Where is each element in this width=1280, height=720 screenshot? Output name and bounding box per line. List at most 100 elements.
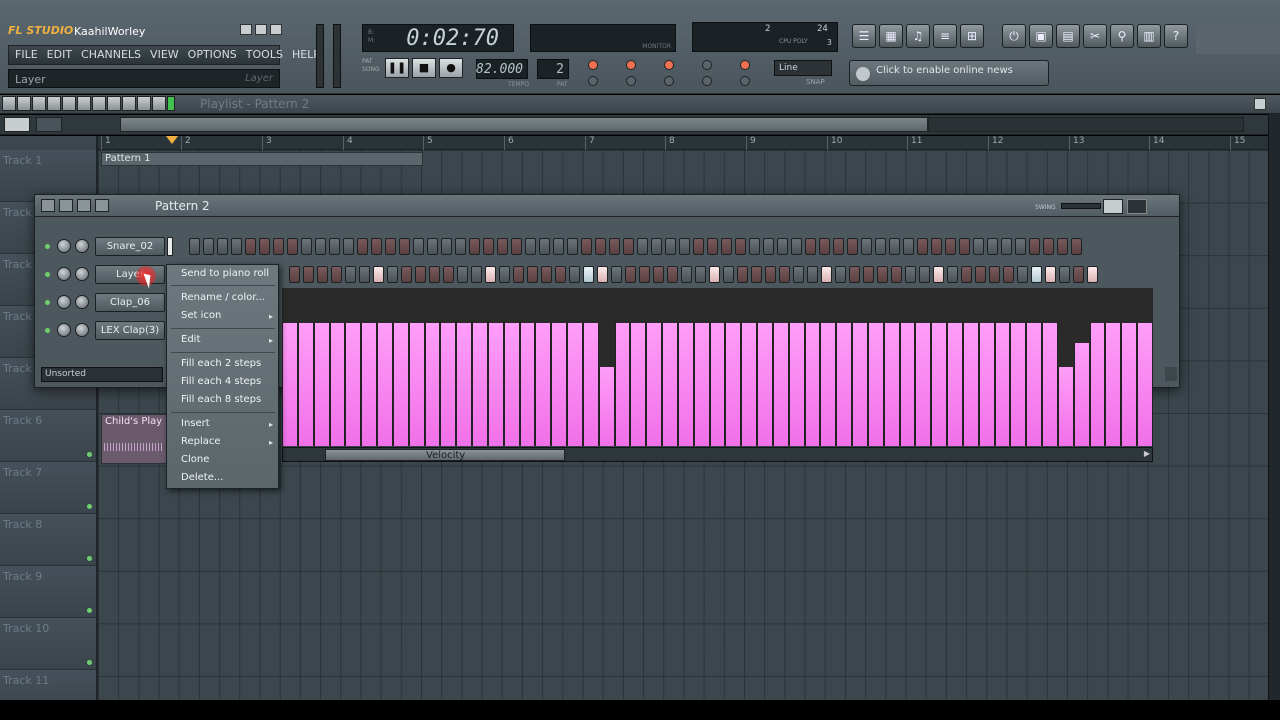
step[interactable] (317, 266, 328, 283)
graph-editor-icon[interactable] (59, 199, 73, 212)
track-header[interactable]: Track 9 (0, 566, 96, 618)
step[interactable] (931, 238, 942, 255)
volume-knob[interactable] (75, 267, 89, 281)
step[interactable] (695, 266, 706, 283)
step-sequencer-titlebar[interactable]: Pattern 2 SWING (35, 195, 1179, 217)
save-icon[interactable]: ▤ (1056, 24, 1080, 48)
step[interactable] (905, 266, 916, 283)
step[interactable] (693, 238, 704, 255)
slice-tool-icon[interactable] (107, 96, 121, 111)
step[interactable] (1003, 266, 1014, 283)
paint-tool-icon[interactable] (47, 96, 61, 111)
step[interactable] (583, 266, 594, 283)
menu-view[interactable]: VIEW (150, 48, 179, 62)
velocity-bar[interactable] (978, 322, 995, 446)
pattern-clip[interactable]: Pattern 1 (101, 152, 423, 166)
velocity-bar[interactable] (883, 322, 900, 446)
step[interactable] (455, 238, 466, 255)
velocity-bar[interactable] (329, 322, 346, 446)
magnet-icon[interactable] (17, 96, 31, 111)
step[interactable] (245, 238, 256, 255)
piano-roll-icon[interactable]: ♫ (906, 24, 930, 48)
step[interactable] (947, 266, 958, 283)
velocity-graph[interactable] (282, 288, 1153, 446)
step[interactable] (973, 238, 984, 255)
slip-tool-icon[interactable] (92, 96, 106, 111)
step[interactable] (429, 266, 440, 283)
step[interactable] (623, 238, 634, 255)
scroll-right-arrow-icon[interactable]: ▶ (1144, 449, 1150, 458)
playlist-menu-icon[interactable] (2, 96, 16, 111)
menu-file[interactable]: FILE (15, 48, 38, 62)
pan-knob[interactable] (57, 295, 71, 309)
step[interactable] (849, 266, 860, 283)
channel-mute-led-icon[interactable] (45, 328, 50, 333)
velocity-bar[interactable] (836, 322, 853, 446)
cut-icon[interactable]: ✂ (1083, 24, 1107, 48)
step[interactable] (497, 238, 508, 255)
swing-slider[interactable] (1061, 203, 1101, 209)
step[interactable] (581, 238, 592, 255)
snap-select[interactable]: Line (774, 60, 832, 76)
step[interactable] (933, 266, 944, 283)
velocity-bar[interactable] (662, 322, 678, 446)
menu-item-fill-8-steps[interactable]: Fill each 8 steps (181, 394, 261, 405)
step[interactable] (737, 266, 748, 283)
velocity-bar[interactable] (962, 322, 979, 446)
velocity-bar[interactable] (535, 322, 552, 446)
velocity-bar[interactable] (994, 322, 1011, 446)
tempo-field[interactable]: 82.000 (476, 59, 528, 79)
step[interactable] (569, 266, 580, 283)
menu-channels[interactable]: CHANNELS (81, 48, 141, 62)
blend-led-icon[interactable] (588, 76, 598, 86)
step[interactable] (1001, 238, 1012, 255)
stop-button[interactable]: ■ (412, 58, 436, 78)
step[interactable] (1059, 266, 1070, 283)
velocity-bar[interactable] (899, 322, 916, 446)
step[interactable] (611, 266, 622, 283)
menu-item-edit[interactable]: Edit (181, 334, 200, 345)
pause-button[interactable]: ❚❚ (385, 58, 409, 78)
track-header[interactable]: Track 7 (0, 462, 96, 514)
step[interactable] (959, 238, 970, 255)
velocity-bar[interactable] (582, 322, 599, 446)
velocity-bar[interactable] (1010, 322, 1027, 446)
search-icon[interactable]: ⚲ (1110, 24, 1134, 48)
step[interactable] (1029, 238, 1040, 255)
playlist-vertical-scrollbar[interactable] (1268, 114, 1280, 700)
track-header[interactable]: Track 10 (0, 618, 96, 670)
menu-item-fill-2-steps[interactable]: Fill each 2 steps (181, 358, 261, 369)
volume-knob[interactable] (75, 295, 89, 309)
master-pitch-slider[interactable] (333, 24, 341, 88)
velocity-bar[interactable] (709, 322, 726, 446)
select-tool-icon[interactable] (122, 96, 136, 111)
channel-filter-select[interactable]: Unsorted (41, 367, 163, 382)
step[interactable] (513, 266, 524, 283)
channel-mute-led-icon[interactable] (45, 272, 50, 277)
audio-clip[interactable]: Child's Play (101, 414, 167, 464)
step[interactable] (595, 238, 606, 255)
channel-button[interactable]: Clap_06 (95, 293, 165, 312)
playlist-restore-button[interactable] (1254, 98, 1266, 110)
step[interactable] (667, 266, 678, 283)
disk-icon[interactable]: ▣ (1029, 24, 1053, 48)
info-icon[interactable]: ▥ (1137, 24, 1161, 48)
loop-led-icon[interactable] (626, 76, 636, 86)
record-button[interactable]: ● (439, 58, 463, 78)
velocity-bar[interactable] (1121, 322, 1138, 446)
velocity-bar[interactable] (377, 322, 393, 446)
velocity-bar[interactable] (567, 322, 583, 446)
step[interactable] (807, 266, 818, 283)
volume-knob[interactable] (75, 239, 89, 253)
step[interactable] (217, 238, 228, 255)
step[interactable] (707, 238, 718, 255)
mute-tool-icon[interactable] (77, 96, 91, 111)
step[interactable] (189, 238, 200, 255)
step[interactable] (751, 266, 762, 283)
mixer-icon[interactable]: ⊞ (960, 24, 984, 48)
step[interactable] (485, 266, 496, 283)
step[interactable] (847, 238, 858, 255)
step[interactable] (289, 266, 300, 283)
menu-item-set-icon[interactable]: Set icon (181, 310, 221, 321)
step[interactable] (721, 238, 732, 255)
